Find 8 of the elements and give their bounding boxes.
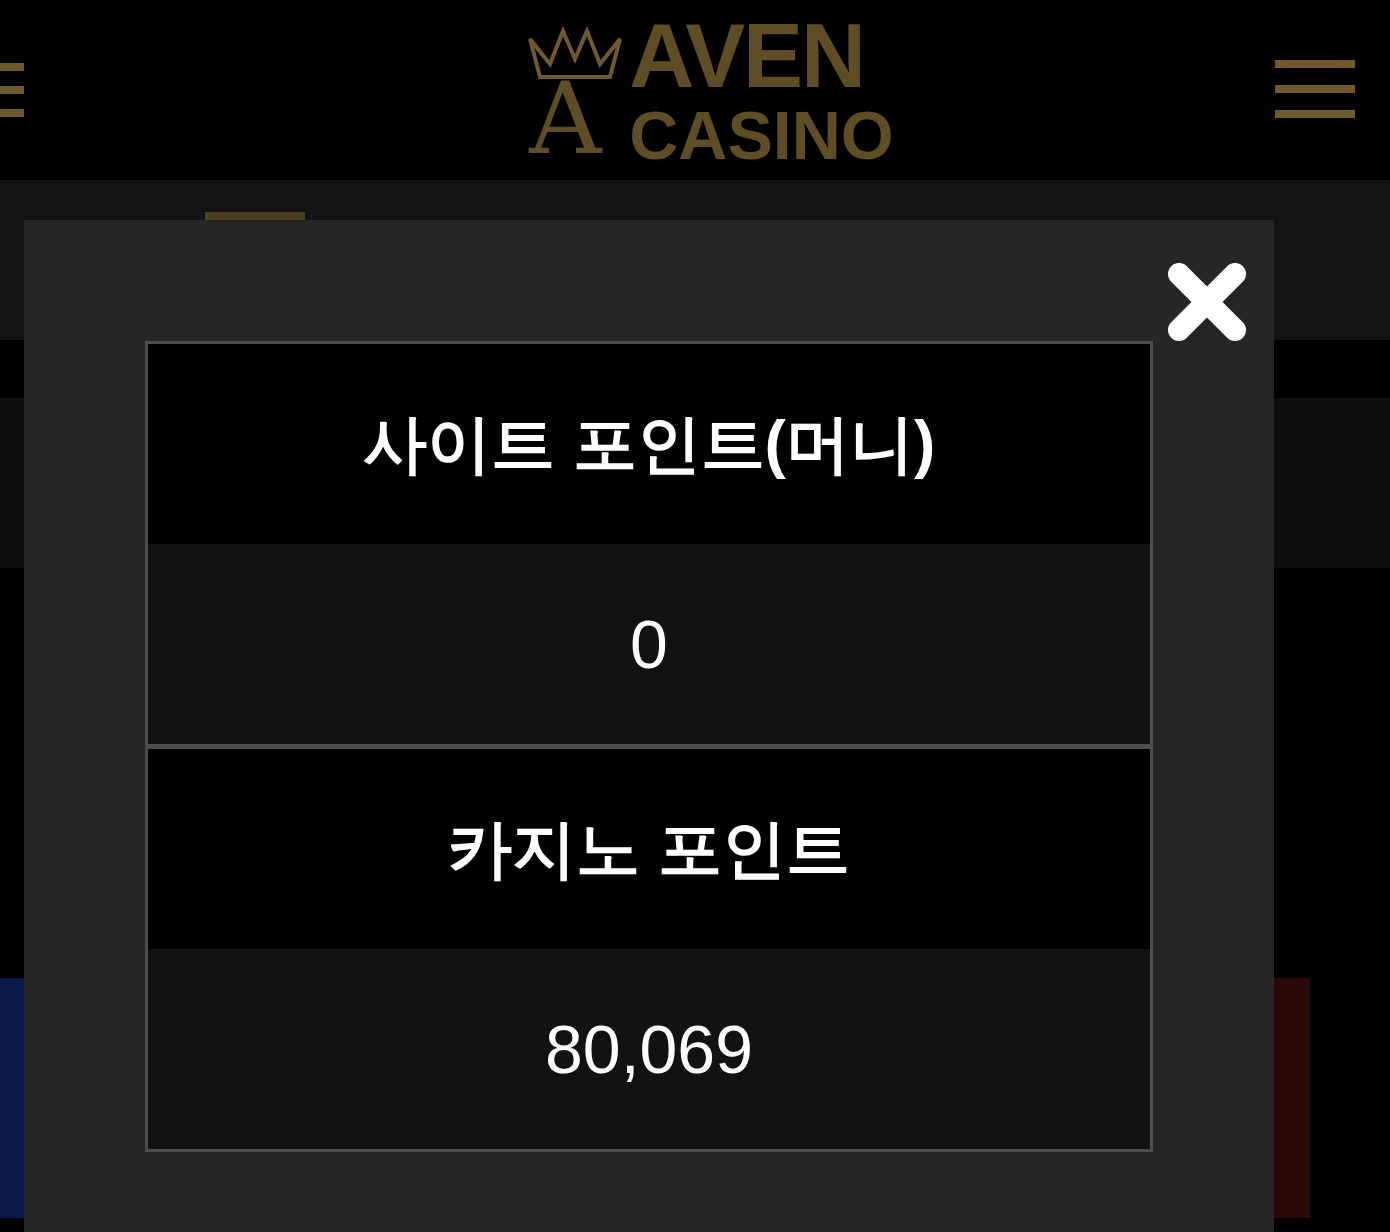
table-cell: 0 bbox=[148, 544, 1150, 744]
close-icon[interactable] bbox=[1167, 262, 1247, 342]
logo-monogram: A bbox=[529, 69, 602, 169]
logo-subtext: CASINO bbox=[629, 101, 894, 169]
table-header-cell: 카지노 포인트 bbox=[148, 749, 1150, 949]
table-header-cell: 사이트 포인트(머니) bbox=[148, 344, 1150, 544]
table-cell: 80,069 bbox=[148, 949, 1150, 1149]
logo-text: AVEN bbox=[629, 11, 865, 101]
